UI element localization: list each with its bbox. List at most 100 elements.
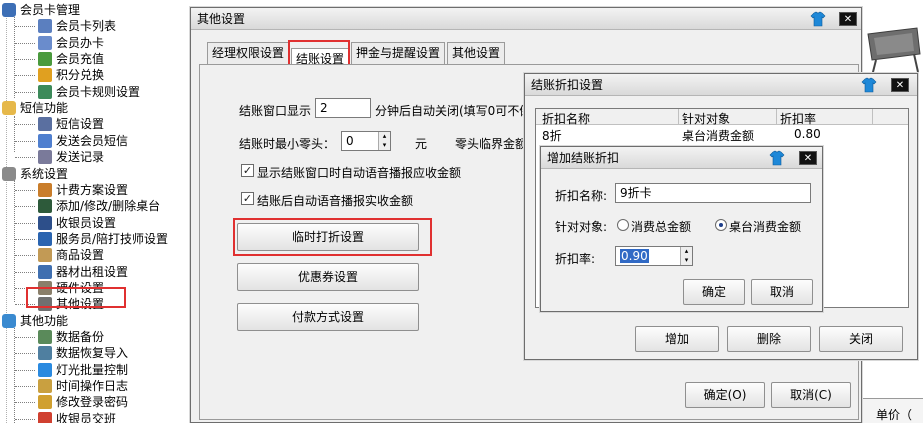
column-header-target[interactable]: 针对对象 xyxy=(682,110,730,127)
tree-item-16[interactable]: 器材出租设置 xyxy=(38,264,128,280)
close-icon[interactable]: ✕ xyxy=(839,12,857,26)
tab-other-settings[interactable]: 其他设置 xyxy=(447,42,506,64)
spin-icon[interactable]: ▴ ▾ xyxy=(680,247,692,265)
billing-icon xyxy=(38,183,52,197)
add-discount-titlebar[interactable]: 增加结账折扣 ✕ xyxy=(541,147,822,169)
min-change-label: 结账时最小零头： xyxy=(239,137,336,151)
column-header-rate[interactable]: 折扣率 xyxy=(780,110,816,127)
close-icon[interactable]: ✕ xyxy=(891,78,909,92)
tree-item-3[interactable]: 会员充值 xyxy=(38,51,104,67)
tree-item-7[interactable]: 短信设置 xyxy=(38,116,104,132)
column-header-name[interactable]: 折扣名称 xyxy=(542,110,590,127)
dialog-cancel-button[interactable]: 取消 xyxy=(751,279,813,305)
tree-item-2[interactable]: 会员办卡 xyxy=(38,35,104,51)
rule-icon xyxy=(38,85,52,99)
cashier-icon xyxy=(38,216,52,230)
tree-item-8[interactable]: 发送会员短信 xyxy=(38,133,128,149)
add-button[interactable]: 增加 xyxy=(635,326,719,352)
table-amount-label[interactable]: 桌台消费金额 xyxy=(729,218,801,235)
payment-method-button[interactable]: 付款方式设置 xyxy=(237,303,419,331)
tree-item-5[interactable]: 会员卡规则设置 xyxy=(38,84,140,100)
window-title: 增加结账折扣 xyxy=(547,151,620,165)
discount-name-input[interactable]: 9折卡 xyxy=(615,183,811,203)
tree-item-label: 其他功能 xyxy=(20,314,69,328)
delete-button[interactable]: 删除 xyxy=(727,326,811,352)
tree-item-6[interactable]: 短信功能 xyxy=(2,100,68,116)
tree-item-21[interactable]: 数据恢复导入 xyxy=(38,345,128,361)
tree-connector xyxy=(15,206,35,207)
tree-connector xyxy=(15,26,35,27)
tree-item-label: 短信设置 xyxy=(56,117,105,131)
close-icon[interactable]: ✕ xyxy=(799,151,817,165)
discount-settings-titlebar[interactable]: 结账折扣设置 ✕ xyxy=(525,74,917,96)
tab-deposit-reminder[interactable]: 押金与提醒设置 xyxy=(351,42,446,64)
tree-connector xyxy=(15,370,35,371)
tree-item-20[interactable]: 数据备份 xyxy=(38,329,104,345)
spin-icon[interactable]: ▴ ▾ xyxy=(378,132,390,150)
tree-item-23[interactable]: 时间操作日志 xyxy=(38,378,128,394)
tree-item-4[interactable]: 积分兑换 xyxy=(38,67,104,83)
tree-item-15[interactable]: 商品设置 xyxy=(38,247,104,263)
min-change-select[interactable]: 0 ▴ ▾ xyxy=(341,131,391,151)
tree-item-label: 短信功能 xyxy=(20,101,69,115)
tree-item-0[interactable]: 会员卡管理 xyxy=(2,2,80,18)
tree-connector xyxy=(14,320,15,423)
tree-item-19[interactable]: 其他功能 xyxy=(2,313,68,329)
skin-icon[interactable] xyxy=(769,150,785,166)
close-button[interactable]: 关闭 xyxy=(819,326,903,352)
tree-connector xyxy=(6,8,7,423)
card-list-icon xyxy=(38,19,52,33)
backup-icon xyxy=(38,330,52,344)
light-icon xyxy=(38,363,52,377)
column-divider xyxy=(776,109,777,125)
checkout-display-minutes-input[interactable]: 2 xyxy=(315,98,371,118)
rate-value: 0.90 xyxy=(620,249,649,263)
tree-connector xyxy=(15,141,35,142)
table-amount-radio[interactable] xyxy=(715,219,727,231)
skin-icon[interactable] xyxy=(810,11,826,27)
other-settings-titlebar[interactable]: 其他设置 ✕ xyxy=(191,8,861,30)
odd-threshold-label: 零头临界金额 xyxy=(455,137,528,151)
window-title: 其他设置 xyxy=(197,12,246,26)
coupon-button[interactable]: 优惠券设置 xyxy=(237,263,419,291)
tree-item-9[interactable]: 发送记录 xyxy=(38,149,104,165)
list-header: 折扣名称 针对对象 折扣率 xyxy=(536,109,908,127)
total-amount-label[interactable]: 消费总金额 xyxy=(631,218,691,235)
tree-item-label: 计费方案设置 xyxy=(56,183,129,197)
table-icon xyxy=(38,199,52,213)
checkout-display-suffix: 分钟后自动关闭(填写0可不倒 xyxy=(375,104,532,118)
tree-item-24[interactable]: 修改登录密码 xyxy=(38,394,128,410)
column-divider xyxy=(678,109,679,125)
tree-item-25[interactable]: 收银员交班 xyxy=(38,411,116,423)
tree-connector xyxy=(15,43,35,44)
skin-icon[interactable] xyxy=(861,77,877,93)
tab-manager-permission[interactable]: 经理权限设置 xyxy=(207,42,290,64)
tree-item-label: 器材出租设置 xyxy=(56,265,129,279)
ok-button[interactable]: 确定(O) xyxy=(685,382,765,408)
dialog-ok-button[interactable]: 确定 xyxy=(683,279,745,305)
tree-item-11[interactable]: 计费方案设置 xyxy=(38,182,128,198)
tree-connector xyxy=(14,116,15,152)
table-row[interactable]: 8折 桌台消费金额 0.80 xyxy=(536,126,908,143)
tree-item-10[interactable]: 系统设置 xyxy=(2,166,68,182)
tree-connector xyxy=(15,419,35,420)
cancel-button[interactable]: 取消(C) xyxy=(771,382,851,408)
discount-name-label: 折扣名称: xyxy=(555,189,608,203)
rental-icon xyxy=(38,265,52,279)
tree-connector xyxy=(15,75,35,76)
tree-item-22[interactable]: 灯光批量控制 xyxy=(38,362,128,378)
tree-connector xyxy=(15,124,35,125)
new-card-icon xyxy=(38,36,52,50)
target-label: 针对对象: xyxy=(555,220,608,234)
tree-item-1[interactable]: 会员卡列表 xyxy=(38,18,116,34)
total-amount-radio[interactable] xyxy=(617,219,629,231)
voice-receivable-checkbox[interactable]: ✓ xyxy=(241,164,254,177)
tree-item-14[interactable]: 服务员/陪打技师设置 xyxy=(38,231,168,247)
tree-item-label: 灯光批量控制 xyxy=(56,363,129,377)
voice-paid-checkbox[interactable]: ✓ xyxy=(241,192,254,205)
tree-item-12[interactable]: 添加/修改/删除桌台 xyxy=(38,198,160,214)
tree-item-label: 服务员/陪打技师设置 xyxy=(56,232,169,246)
rate-input[interactable]: 0.90 ▴ ▾ xyxy=(615,246,693,266)
tree-item-13[interactable]: 收银员设置 xyxy=(38,215,116,231)
tree-item-label: 会员卡规则设置 xyxy=(56,85,141,99)
